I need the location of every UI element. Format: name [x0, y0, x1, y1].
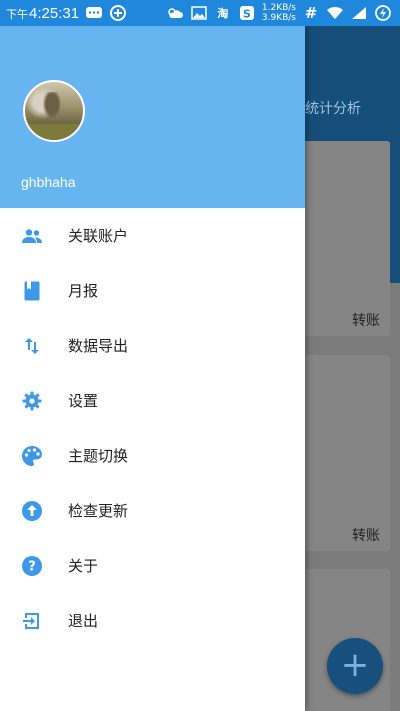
navigation-drawer: ghbhaha 关联账户 月报 数据导出 设置 主题切换 检查更新 ? 关于 退… [0, 26, 305, 711]
menu-label: 检查更新 [68, 502, 129, 520]
tab-statistics[interactable]: 统计分析 [305, 98, 361, 118]
avatar[interactable] [23, 80, 85, 142]
menu-item-data-export[interactable]: 数据导出 [0, 318, 305, 373]
menu-label: 退出 [68, 612, 99, 630]
status-time-value: 4:25:31 [29, 4, 80, 22]
palette-icon [21, 445, 43, 467]
menu-label: 设置 [68, 392, 99, 410]
menu-item-linked-accounts[interactable]: 关联账户 [0, 208, 305, 263]
menu-label: 数据导出 [68, 337, 129, 355]
weather-cloud-icon [166, 5, 184, 21]
menu-label: 月报 [68, 282, 99, 300]
menu-item-check-update[interactable]: 检查更新 [0, 483, 305, 538]
book-icon [21, 280, 43, 302]
add-fab-button[interactable]: + [327, 638, 383, 694]
people-icon [21, 225, 43, 247]
avatar-ground [25, 124, 83, 140]
status-time-prefix: 下午 [6, 8, 28, 21]
svg-text:S: S [243, 8, 251, 21]
network-hash-icon: # [304, 4, 318, 22]
avatar-tree [41, 92, 63, 122]
menu-item-theme-switch[interactable]: 主题切换 [0, 428, 305, 483]
transaction-card[interactable]: 转账 [290, 355, 390, 551]
drawer-header: ghbhaha [0, 26, 305, 208]
menu-item-settings[interactable]: 设置 [0, 373, 305, 428]
battery-charging-icon [374, 5, 392, 21]
menu-item-logout[interactable]: 退出 [0, 593, 305, 648]
menu-item-about[interactable]: ? 关于 [0, 538, 305, 593]
wifi-icon [326, 5, 344, 21]
status-time: 下午4:25:31 [6, 5, 79, 22]
network-speed: 1.2KB/s 3.9KB/s [262, 3, 296, 23]
menu-label: 关于 [68, 557, 99, 575]
drawer-menu: 关联账户 月报 数据导出 设置 主题切换 检查更新 ? 关于 退出 [0, 208, 305, 648]
add-circle-icon [109, 5, 127, 21]
transfer-label: 转账 [352, 313, 380, 329]
menu-item-monthly-report[interactable]: 月报 [0, 263, 305, 318]
svg-text:?: ? [28, 559, 36, 574]
scroll-indicator [390, 143, 400, 283]
speed-down: 3.9KB/s [261, 13, 296, 23]
help-circle-icon: ? [21, 555, 43, 577]
exit-icon [21, 610, 43, 632]
username: ghbhaha [21, 174, 76, 190]
menu-label: 关联账户 [68, 227, 129, 245]
arrow-up-circle-icon [21, 500, 43, 522]
gear-icon [21, 390, 43, 412]
status-bar: 下午4:25:31 淘 S 1.2KB/s 3.9KB/s # [0, 0, 400, 26]
signal-icon [350, 5, 368, 21]
transaction-card[interactable]: 转账 [290, 141, 390, 336]
chat-bubble-icon [85, 5, 103, 21]
transfer-label: 转账 [352, 528, 380, 544]
speed-up: 1.2KB/s [261, 3, 296, 13]
image-icon [190, 5, 208, 21]
sogou-icon: S [238, 5, 256, 21]
menu-label: 主题切换 [68, 447, 129, 465]
taobao-icon: 淘 [217, 7, 229, 20]
swap-vertical-icon [21, 335, 43, 357]
